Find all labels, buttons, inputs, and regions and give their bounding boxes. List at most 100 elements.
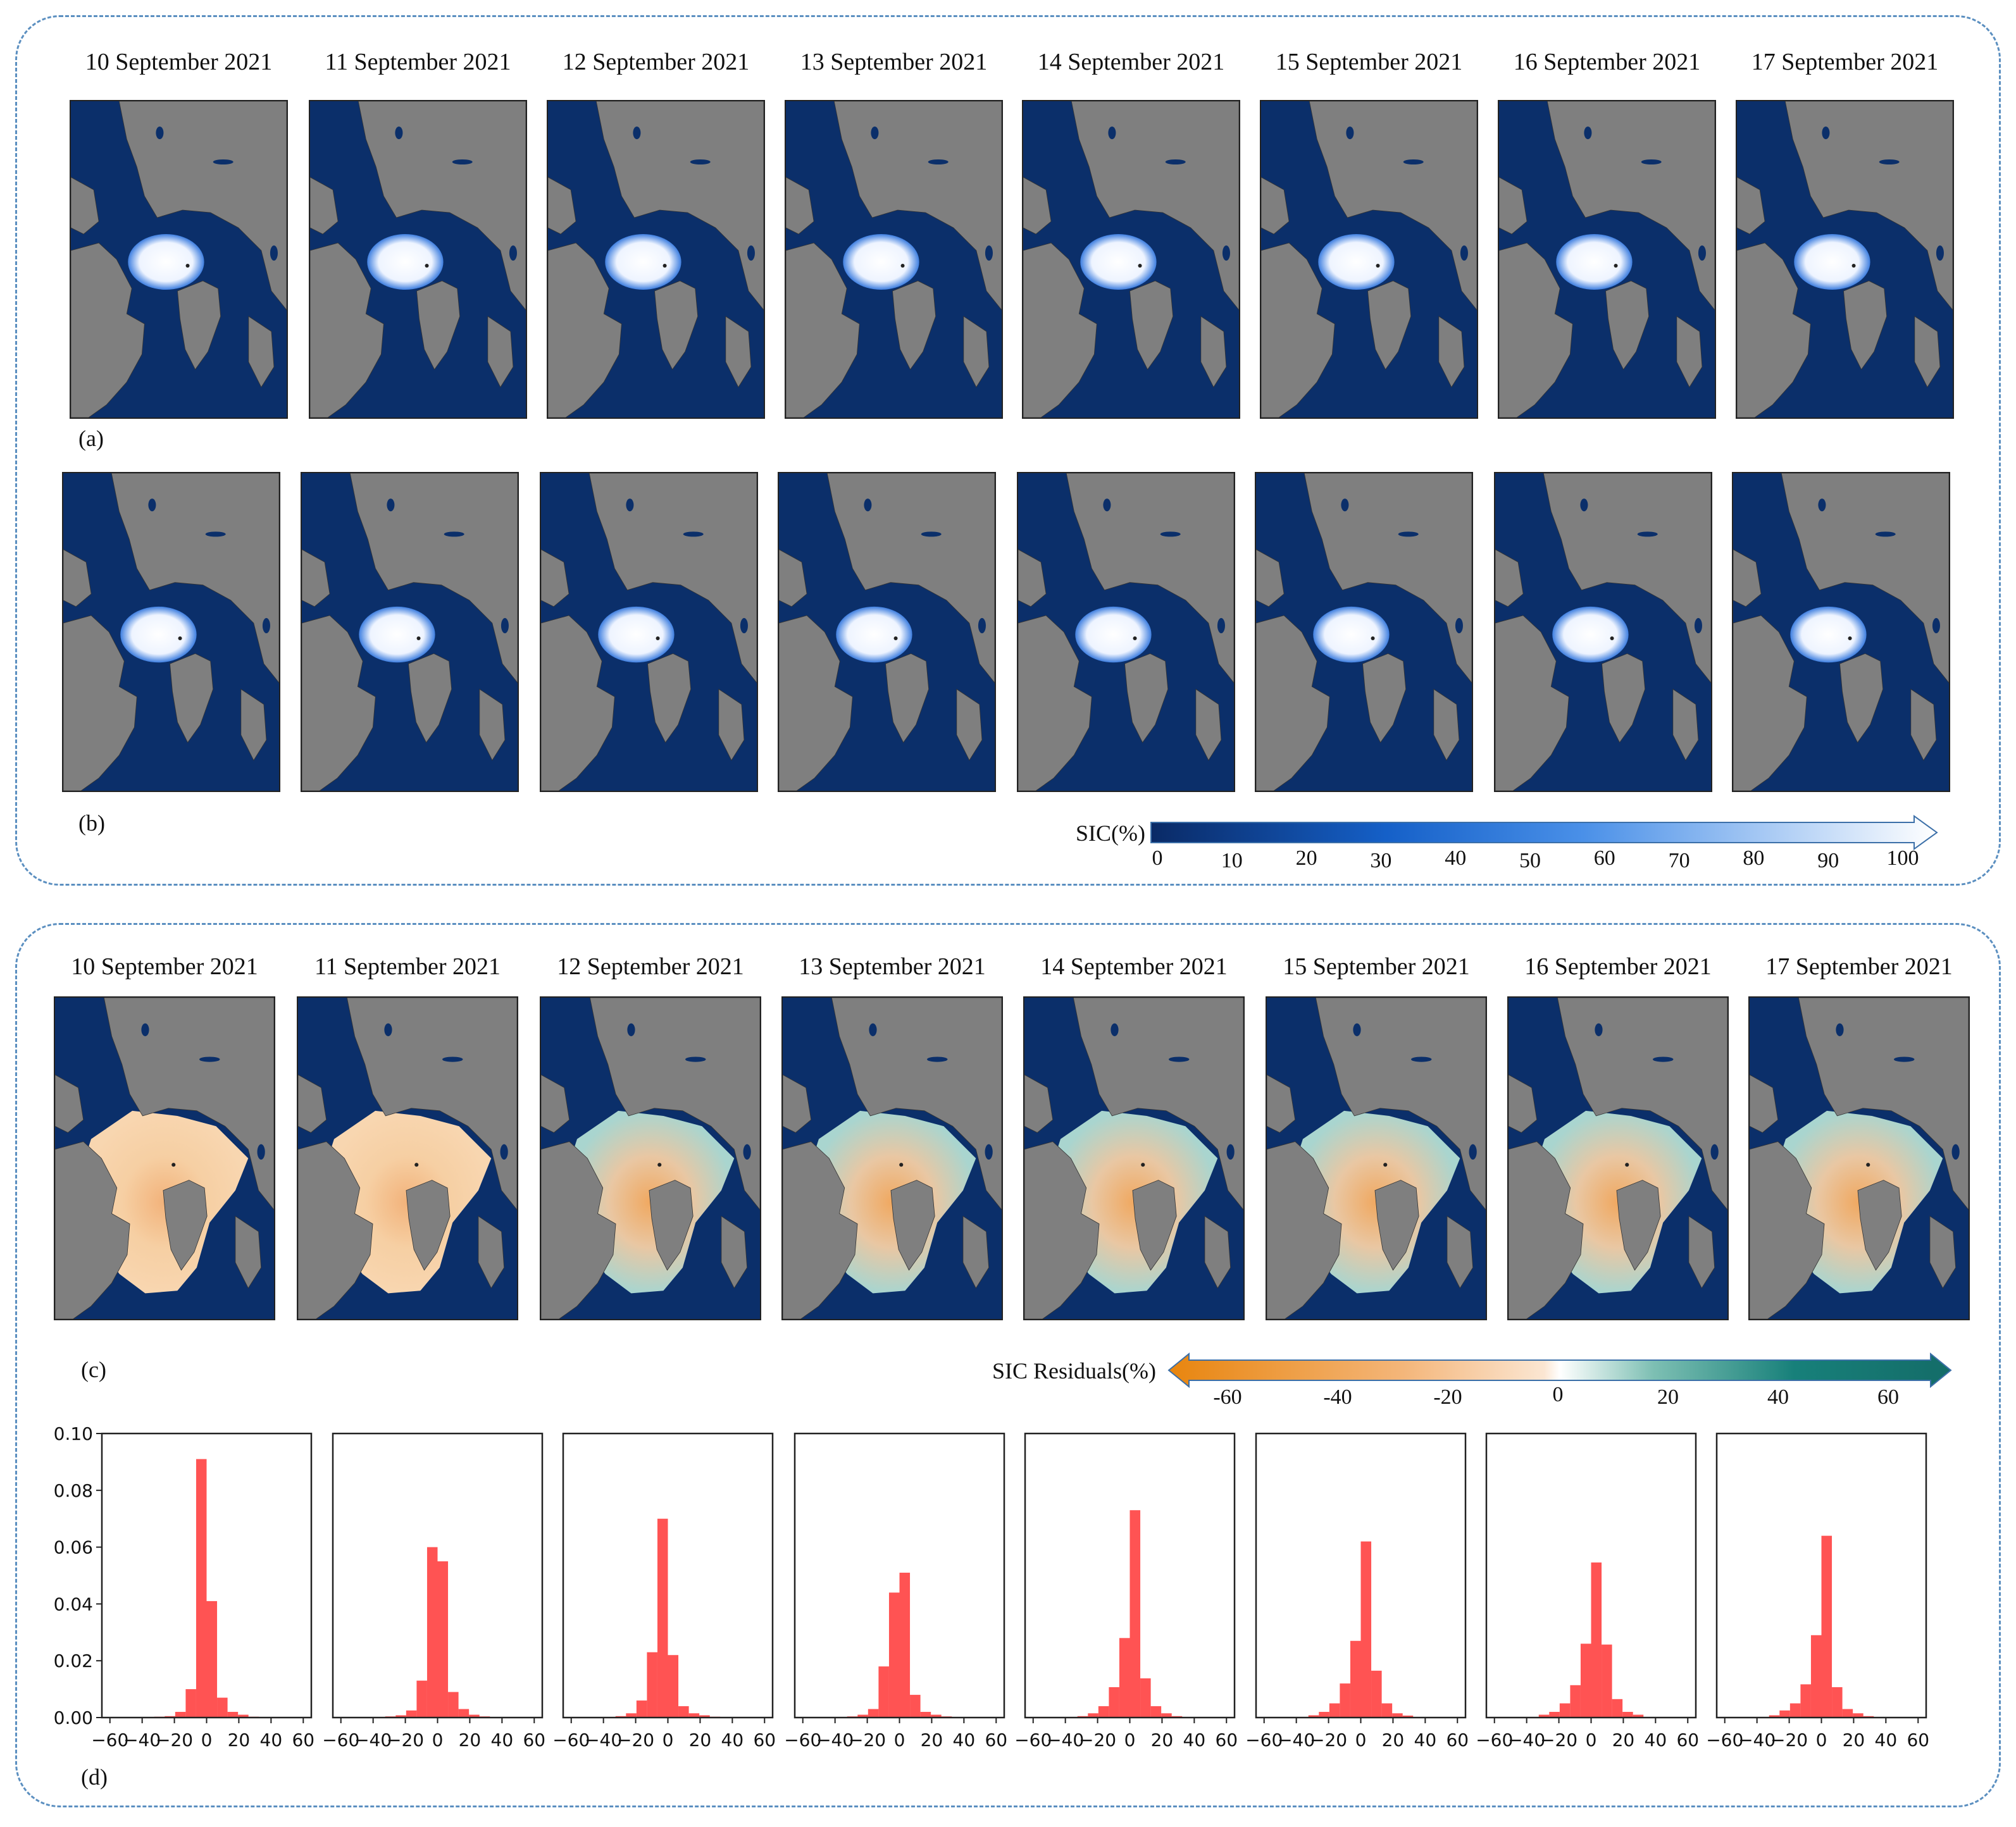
histogram-bar xyxy=(1150,1706,1162,1718)
residual-colorbar-tick: -20 xyxy=(1433,1385,1462,1409)
north-pole-marker xyxy=(656,636,660,641)
north-pole-marker xyxy=(1625,1163,1629,1167)
x-tick-label: 40 xyxy=(1414,1730,1437,1750)
sic-colorbar-tick: 10 xyxy=(1221,849,1243,872)
histogram-bar xyxy=(899,1573,911,1718)
residual-histogram: −60 −40 −20 0 20 40 60 xyxy=(552,1432,776,1750)
histogram-bar xyxy=(1098,1706,1109,1718)
sic-colorbar-tick: 0 xyxy=(1152,846,1163,870)
sic-map-a xyxy=(1736,100,1954,419)
date-title: 10 September 2021 xyxy=(85,49,273,75)
north-pole-marker xyxy=(1610,636,1614,641)
date-title: 12 September 2021 xyxy=(562,49,750,75)
residual-histogram: −60 −40 −20 0 20 40 60 xyxy=(1245,1432,1469,1750)
north-pole-marker xyxy=(171,1163,176,1167)
sea-ice xyxy=(1790,606,1867,663)
sic-map-b xyxy=(540,472,758,792)
x-tick-label: 40 xyxy=(260,1730,283,1750)
histogram-bar xyxy=(1129,1510,1141,1718)
x-tick-label: 40 xyxy=(953,1730,976,1750)
sic-colorbar-tick: 50 xyxy=(1519,849,1541,872)
x-tick-label: 0 xyxy=(1816,1730,1827,1750)
x-tick-label: −20 xyxy=(1770,1730,1808,1750)
histogram-bar xyxy=(175,1712,186,1718)
histogram-bar xyxy=(448,1692,459,1718)
histogram-bar xyxy=(416,1680,427,1718)
x-tick-label: 60 xyxy=(1446,1730,1469,1750)
sic-map-b xyxy=(62,472,280,792)
date-title: 13 September 2021 xyxy=(799,953,986,980)
histogram-bar xyxy=(1591,1562,1602,1718)
histogram-bar xyxy=(657,1518,668,1718)
histogram-bar xyxy=(1381,1703,1393,1718)
sic-map-a xyxy=(1022,100,1240,419)
date-title: 11 September 2021 xyxy=(314,953,501,980)
sea-ice xyxy=(1075,606,1152,663)
sea-ice xyxy=(359,606,435,663)
y-tick-label: 0.08 xyxy=(54,1480,93,1501)
residual-colorbar-tick: -40 xyxy=(1323,1385,1352,1409)
histogram-bar xyxy=(1622,1712,1633,1718)
sic-colorbar-tick: 30 xyxy=(1370,849,1392,872)
histogram-bar xyxy=(206,1601,218,1718)
date-title: 15 September 2021 xyxy=(1275,49,1463,75)
sea-ice xyxy=(1794,234,1870,290)
histogram-bar xyxy=(1800,1684,1811,1718)
y-tick-label: 0.00 xyxy=(54,1707,93,1728)
x-tick-label: −20 xyxy=(1540,1730,1577,1750)
sea-ice xyxy=(1318,234,1395,290)
histogram-bar xyxy=(1612,1699,1623,1718)
north-pole-marker xyxy=(185,264,190,268)
histogram-bar xyxy=(1329,1703,1340,1718)
x-tick-label: 60 xyxy=(292,1730,314,1750)
x-tick-label: 0 xyxy=(1355,1730,1367,1750)
histogram-bar xyxy=(1350,1640,1361,1718)
x-tick-label: 40 xyxy=(1645,1730,1667,1750)
north-pole-marker xyxy=(899,1163,904,1167)
histogram-bar xyxy=(1842,1709,1853,1718)
histogram-bar xyxy=(227,1712,239,1718)
north-pole-marker xyxy=(178,636,182,641)
histogram-bar xyxy=(426,1547,438,1718)
histogram-bar xyxy=(1602,1644,1612,1718)
sea-ice xyxy=(605,234,681,290)
date-title: 13 September 2021 xyxy=(800,49,988,75)
x-tick-label: 0 xyxy=(1586,1730,1597,1750)
sic-map-c xyxy=(1023,996,1245,1320)
panel-label-d: (d) xyxy=(81,1764,108,1790)
sic-map-a xyxy=(309,100,527,419)
sic-colorbar-tick: 20 xyxy=(1295,846,1317,870)
sic-map-c xyxy=(781,996,1003,1320)
date-title: 17 September 2021 xyxy=(1751,49,1939,75)
x-tick-label: 40 xyxy=(1183,1730,1206,1750)
y-tick-label: 0.06 xyxy=(54,1537,93,1558)
x-tick-label: −20 xyxy=(1310,1730,1347,1750)
sic-map-a xyxy=(1260,100,1478,419)
sic-map-b xyxy=(778,472,996,792)
sic-map-b xyxy=(1494,472,1712,792)
residual-colorbar-tick: 0 xyxy=(1552,1383,1564,1406)
x-tick-label: 40 xyxy=(491,1730,514,1750)
date-title: 17 September 2021 xyxy=(1765,953,1953,980)
histogram-bar xyxy=(878,1666,889,1718)
panel-label-b: (b) xyxy=(78,810,105,836)
sic-map-b xyxy=(1255,472,1473,792)
x-tick-label: 60 xyxy=(1215,1730,1238,1750)
histogram-bar xyxy=(437,1561,449,1718)
residual-colorbar-tick: 40 xyxy=(1767,1385,1789,1409)
x-tick-label: 0 xyxy=(201,1730,213,1750)
north-pole-marker xyxy=(416,636,421,641)
x-tick-label: 20 xyxy=(921,1730,943,1750)
north-pole-marker xyxy=(893,636,898,641)
sic-map-b xyxy=(1732,472,1950,792)
date-title: 16 September 2021 xyxy=(1524,953,1712,980)
x-tick-label: 20 xyxy=(1151,1730,1174,1750)
residual-histogram: −60 −40 −20 0 20 40 60 xyxy=(784,1432,1007,1750)
sic-map-a xyxy=(785,100,1003,419)
date-title: 14 September 2021 xyxy=(1040,953,1228,980)
x-tick-label: 0 xyxy=(432,1730,444,1750)
residual-histogram: −60 −40 −20 0 20 40 60 xyxy=(1476,1432,1699,1750)
sea-ice xyxy=(1313,606,1390,663)
sic-map-c xyxy=(540,996,761,1320)
x-tick-label: 40 xyxy=(721,1730,744,1750)
